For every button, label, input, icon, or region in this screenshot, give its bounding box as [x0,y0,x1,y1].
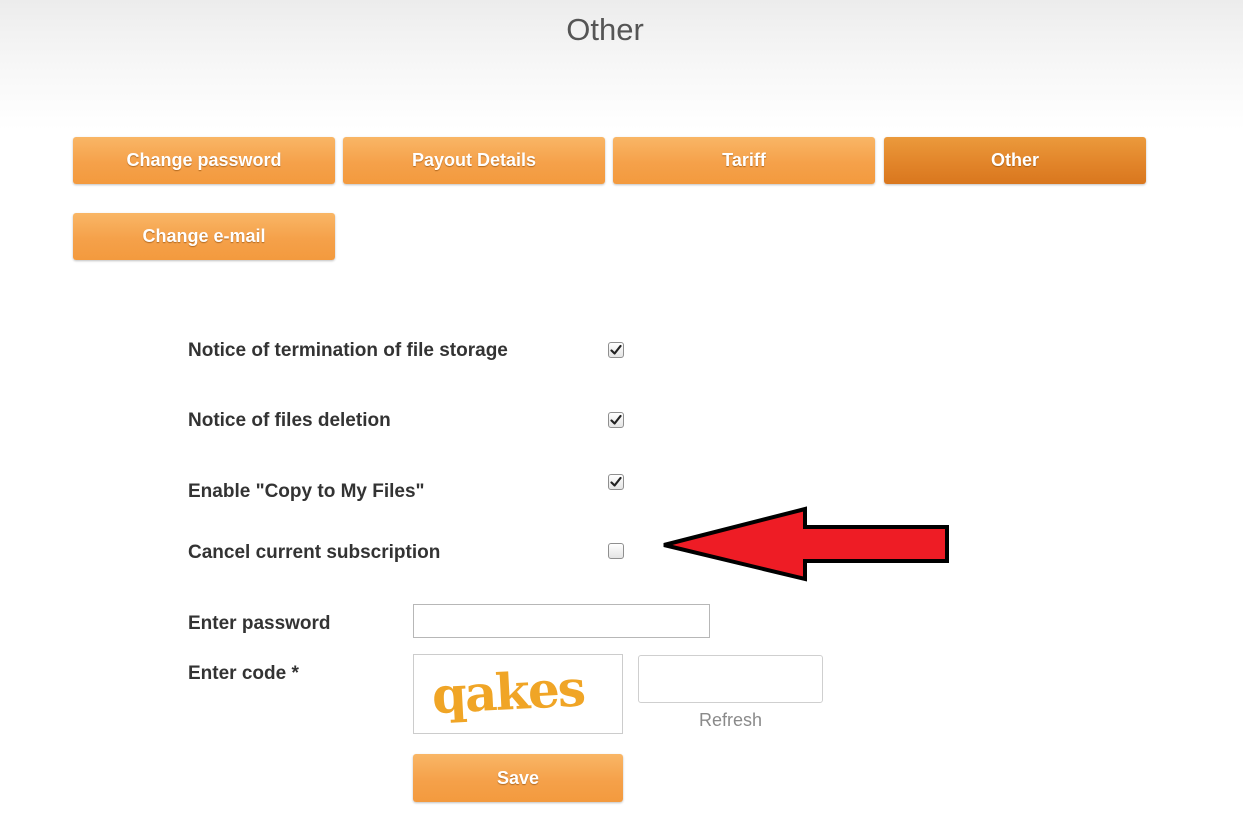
files-deletion-checkbox[interactable] [608,412,624,428]
check-icon [610,476,622,487]
tab-other[interactable]: Other [884,137,1146,184]
password-label: Enter password [188,613,331,634]
refresh-captcha-link[interactable]: Refresh [638,710,823,731]
copy-to-my-files-checkbox[interactable] [608,474,624,490]
save-button[interactable]: Save [413,754,623,802]
setting-label-files-deletion: Notice of files deletion [188,410,391,431]
captcha-code-input[interactable] [638,655,823,703]
setting-label-termination-notice: Notice of termination of file storage [188,340,508,361]
captcha-image: qakes [413,654,623,734]
setting-label-copy-to-my-files: Enable "Copy to My Files" [188,481,425,502]
cancel-subscription-checkbox[interactable] [608,543,624,559]
tab-payout-details[interactable]: Payout Details [343,137,605,184]
tab-change-email[interactable]: Change e-mail [73,213,335,260]
code-label: Enter code * [188,663,299,684]
check-icon [610,414,622,425]
captcha-graphic: qakes [430,658,586,725]
page-title: Other [566,12,644,47]
tab-tariff[interactable]: Tariff [613,137,875,184]
tab-change-password[interactable]: Change password [73,137,335,184]
red-arrow-icon [663,506,949,582]
check-icon [610,344,622,355]
captcha-text: qakes [430,658,586,725]
termination-notice-checkbox[interactable] [608,342,624,358]
setting-label-cancel-subscription: Cancel current subscription [188,542,441,563]
password-input[interactable] [413,604,710,638]
